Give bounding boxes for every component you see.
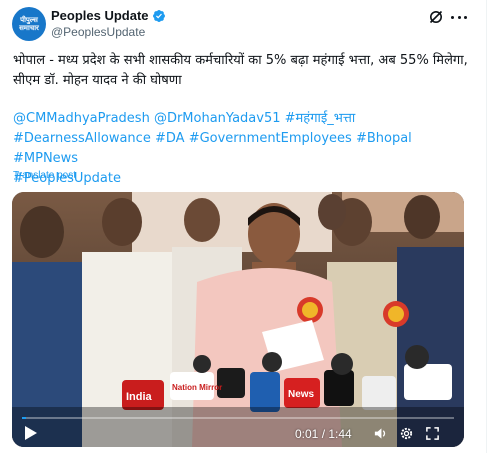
more-options-icon[interactable] xyxy=(451,9,467,25)
post-text: भोपाल - मध्य प्रदेश के सभी शासकीय कर्मचा… xyxy=(13,53,468,88)
hashtag-governmentemployees[interactable]: #GovernmentEmployees xyxy=(189,131,352,146)
hashtag-da[interactable]: #DA xyxy=(155,131,185,146)
mention-cmmadhyapradesh[interactable]: @CMMadhyaPradesh xyxy=(13,111,150,126)
post-tags: @CMMadhyaPradesh @DrMohanYadav51 #महंगाई… xyxy=(13,109,475,189)
progress-bar[interactable] xyxy=(22,417,454,419)
hashtag-mpnews[interactable]: #MPNews xyxy=(13,151,78,166)
translate-post-link[interactable]: Translate post xyxy=(13,170,76,181)
avatar-text-line1: पीपुल्स xyxy=(20,16,38,24)
mic-label-india: India xyxy=(126,391,153,403)
verified-badge-icon xyxy=(152,9,165,22)
grok-icon[interactable] xyxy=(428,9,444,25)
avatar-text-line2: समाचार xyxy=(19,24,39,32)
play-icon[interactable] xyxy=(24,425,38,441)
mic-label-news: News xyxy=(288,389,315,400)
avatar[interactable]: पीपुल्स समाचार xyxy=(12,7,46,41)
author-name[interactable]: Peoples Update xyxy=(51,8,149,23)
video-player[interactable]: India Nation Mirror News 0:01 / 1:44 xyxy=(12,192,464,447)
tweet-post: पीपुल्स समाचार Peoples Update @PeoplesUp… xyxy=(0,0,487,453)
fullscreen-icon[interactable] xyxy=(425,426,440,441)
volume-icon[interactable] xyxy=(373,426,388,441)
video-time: 0:01 / 1:44 xyxy=(295,427,352,441)
settings-gear-icon[interactable] xyxy=(399,426,414,441)
hashtag-mahangai-bhatta[interactable]: #महंगाई_भत्ता xyxy=(285,111,356,126)
mention-drmohanyadav51[interactable]: @DrMohanYadav51 xyxy=(154,111,281,126)
hashtag-dearnessallowance[interactable]: #DearnessAllowance xyxy=(13,131,151,146)
progress-fill xyxy=(22,417,26,419)
mic-label-nation-mirror: Nation Mirror xyxy=(172,383,222,392)
video-controls: 0:01 / 1:44 xyxy=(12,407,464,447)
author-handle[interactable]: @PeoplesUpdate xyxy=(51,25,145,39)
hashtag-bhopal[interactable]: #Bhopal xyxy=(356,131,412,146)
author-name-row: Peoples Update xyxy=(51,8,166,23)
